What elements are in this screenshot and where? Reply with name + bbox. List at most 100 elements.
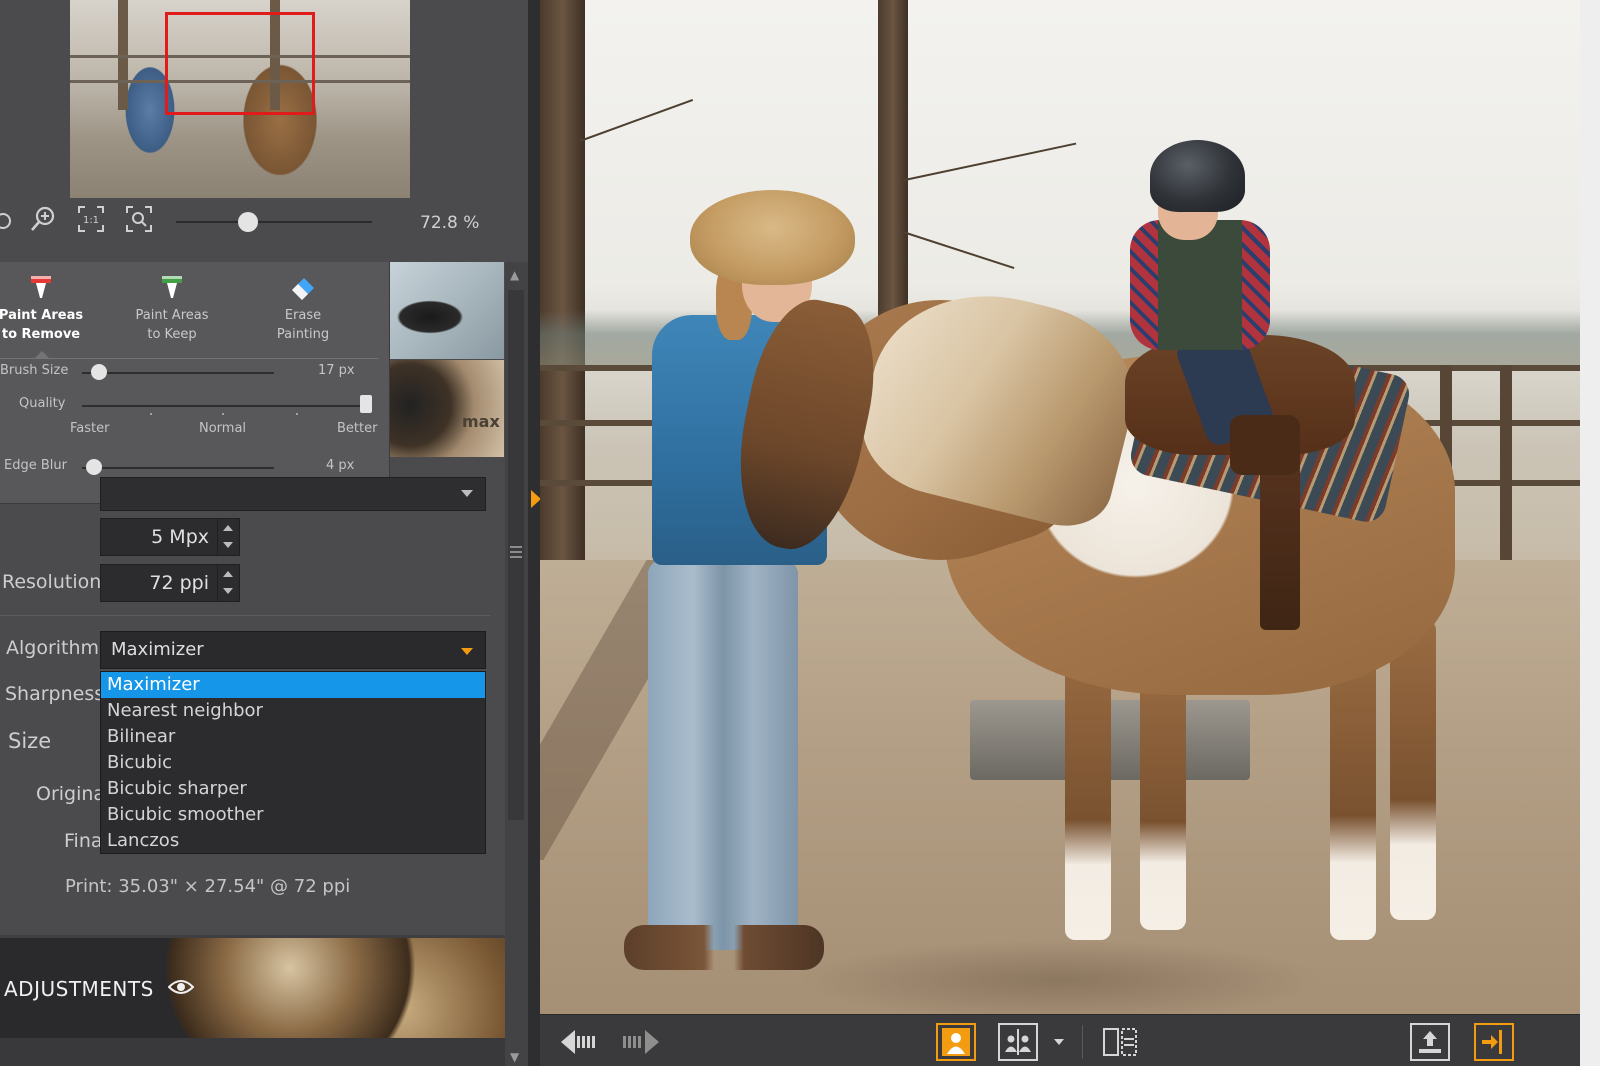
print-size-info: Print: 35.03" × 27.54" @ 72 ppi	[65, 876, 351, 897]
quality-track[interactable]	[82, 405, 372, 407]
stepper-down-icon[interactable]	[223, 588, 233, 594]
unit-dropdown[interactable]	[100, 477, 486, 511]
photo-canvas[interactable]	[540, 0, 1580, 1014]
export-button[interactable]	[1410, 1023, 1450, 1061]
preset-thumbnail-dial[interactable]	[390, 360, 504, 457]
erase-painting-button[interactable]: Erase Painting	[248, 272, 358, 344]
preset-thumbnail-silhouette[interactable]	[390, 262, 504, 359]
next-image-icon	[623, 1030, 659, 1054]
child-riding-helmet	[1150, 140, 1245, 212]
exit-button[interactable]	[1474, 1023, 1514, 1061]
brush-size-label: Brush Size	[0, 363, 69, 378]
algorithm-option[interactable]: Lanczos	[101, 828, 485, 854]
tool-separator	[0, 358, 378, 359]
view-mode-dropdown[interactable]	[1048, 1023, 1070, 1061]
previous-image-button[interactable]	[558, 1023, 604, 1061]
edge-blur-label: Edge Blur	[4, 458, 67, 473]
brush-size-track[interactable]	[82, 372, 274, 374]
algorithm-option[interactable]: Bilinear	[101, 724, 485, 750]
rotate-icon[interactable]	[0, 204, 20, 238]
quality-tick	[150, 413, 152, 415]
algorithm-option[interactable]: Bicubic sharper	[101, 776, 485, 802]
split-view-icon	[1103, 1028, 1137, 1056]
paint-areas-to-remove-button[interactable]: Paint Areas to Remove	[0, 272, 96, 344]
final-size-label: Fina	[64, 830, 103, 852]
export-icon	[1419, 1031, 1441, 1053]
navigator-viewport-frame[interactable]	[165, 12, 315, 115]
stepper-up-icon[interactable]	[223, 571, 233, 577]
original-size-label: Origina	[36, 783, 106, 805]
left-panel-footer	[0, 1038, 505, 1066]
paint-remove-icon	[31, 276, 51, 298]
size-stepper-value: 5 Mpx	[151, 526, 209, 548]
algorithm-select[interactable]: Maximizer	[100, 631, 486, 669]
tool-label-line2: to Keep	[147, 327, 197, 342]
chevron-down-icon	[1054, 1039, 1064, 1045]
tree-branch	[579, 99, 694, 142]
brush-size-handle[interactable]	[90, 364, 107, 380]
stepper-down-icon[interactable]	[223, 542, 233, 548]
zoom-slider-handle[interactable]	[237, 212, 258, 232]
paint-areas-to-keep-button[interactable]: Paint Areas to Keep	[117, 272, 227, 344]
chevron-down-icon	[461, 648, 473, 655]
zoom-in-icon[interactable]	[26, 202, 60, 236]
algorithm-option[interactable]: Maximizer	[101, 672, 485, 698]
preset-thumbnail-label: max	[462, 412, 500, 431]
edge-blur-track[interactable]	[82, 467, 274, 469]
woman-cowboy-hat	[690, 190, 855, 285]
compare-view-button[interactable]	[998, 1023, 1038, 1061]
scroll-down-icon[interactable]: ▼	[510, 1050, 519, 1064]
resolution-stepper[interactable]: 72 ppi	[100, 564, 240, 602]
fence-post	[1500, 365, 1512, 565]
scroll-up-icon[interactable]: ▲	[510, 268, 519, 282]
size-stepper[interactable]: 5 Mpx	[100, 518, 240, 556]
split-view-button[interactable]	[1100, 1023, 1142, 1061]
tree-branch	[899, 142, 1077, 182]
quality-tick	[222, 413, 224, 415]
sharpness-label: Sharpness	[5, 683, 105, 705]
stepper-up-icon[interactable]	[223, 525, 233, 531]
tree-trunk	[878, 0, 908, 330]
resolution-label: Resolution	[2, 571, 102, 593]
algorithm-option[interactable]: Nearest neighbor	[101, 698, 485, 724]
single-view-button[interactable]	[936, 1023, 976, 1061]
edge-blur-value: 4 px	[326, 458, 355, 473]
child-vest	[1130, 220, 1270, 350]
scrollbar-grip-icon	[510, 546, 522, 558]
stepper-buttons	[217, 565, 239, 601]
edge-blur-handle[interactable]	[85, 459, 102, 475]
algorithm-label: Algorithm	[6, 637, 100, 659]
size-label: Size	[8, 729, 52, 753]
tool-label-line1: Erase	[284, 308, 322, 323]
child-boot	[1230, 415, 1300, 475]
algorithm-option[interactable]: Bicubic	[101, 750, 485, 776]
adjustments-label: ADJUSTMENTS	[4, 977, 154, 1001]
panel-divider[interactable]	[528, 0, 540, 1066]
eye-icon[interactable]	[168, 976, 194, 998]
algorithm-options-list: Maximizer Nearest neighbor Bilinear Bicu…	[100, 671, 486, 854]
exit-icon	[1482, 1030, 1502, 1054]
woman-boots	[624, 925, 824, 970]
zoom-slider-track[interactable]	[176, 221, 372, 223]
chevron-down-icon	[461, 490, 473, 497]
zoom-fit-icon[interactable]	[122, 202, 156, 236]
paint-keep-icon	[162, 276, 182, 298]
active-tool-caret	[34, 351, 50, 359]
zoom-actual-size-icon[interactable]: 1:1	[74, 202, 108, 236]
woman-jeans	[648, 560, 798, 950]
horse-leg	[1390, 620, 1436, 920]
zoom-value: 72.8 %	[420, 213, 480, 233]
next-image-button[interactable]	[616, 1023, 662, 1061]
algorithm-select-value: Maximizer	[111, 639, 204, 660]
stepper-buttons	[217, 519, 239, 555]
tool-label-line2: to Remove	[1, 327, 81, 342]
horse-leg	[1140, 660, 1186, 930]
brush-size-value: 17 px	[318, 363, 355, 378]
quality-label: Quality	[19, 396, 66, 411]
quality-normal-label: Normal	[199, 421, 247, 436]
tree-branch	[899, 230, 1015, 270]
algorithm-option[interactable]: Bicubic smoother	[101, 802, 485, 828]
tool-label-line1: Paint Areas	[135, 308, 209, 323]
previous-image-icon	[561, 1030, 595, 1054]
quality-handle[interactable]	[360, 395, 372, 413]
